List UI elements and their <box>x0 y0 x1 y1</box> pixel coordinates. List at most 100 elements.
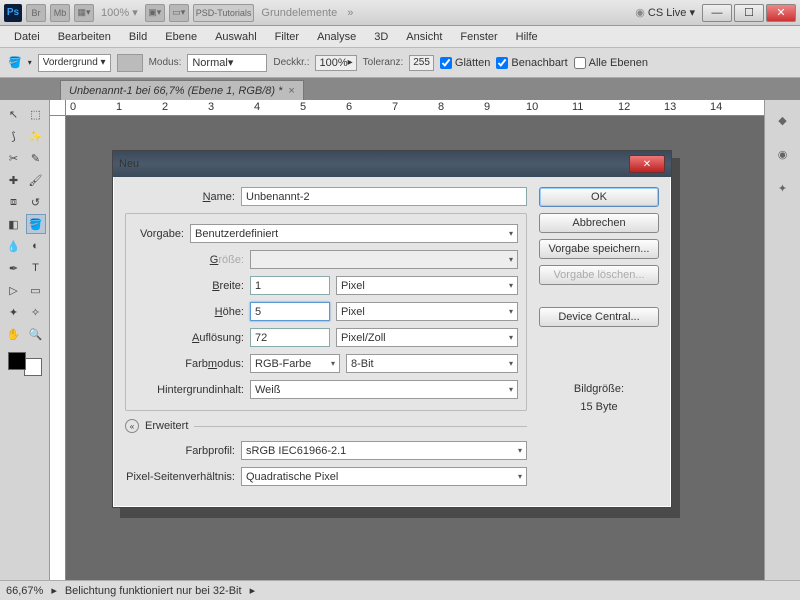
pen-tool[interactable]: ✒ <box>4 258 24 278</box>
preset-label: Vorgabe: <box>134 228 184 240</box>
status-message: Belichtung funktioniert nur bei 32-Bit <box>65 585 242 597</box>
panel-layers-icon[interactable]: ◆ <box>773 110 793 130</box>
chk-glaetten[interactable]: Glätten <box>440 57 490 69</box>
stamp-tool[interactable]: ⧈ <box>4 192 24 212</box>
minimize-button[interactable]: — <box>702 4 732 22</box>
workspace-grund[interactable]: Grundelemente <box>258 7 340 19</box>
menu-datei[interactable]: Datei <box>6 29 48 45</box>
view-extras-button[interactable]: ▦▾ <box>74 4 94 22</box>
eyedropper-tool[interactable]: ✎ <box>26 148 46 168</box>
bucket-tool[interactable]: 🪣 <box>26 214 46 234</box>
app-titlebar: Ps Br Mb ▦▾ 100% ▾ ▣▾ ▭▾ PSD-Tutorials G… <box>0 0 800 26</box>
bucket-icon: 🪣 <box>8 56 22 69</box>
crop-tool[interactable]: ✂ <box>4 148 24 168</box>
maximize-button[interactable]: ☐ <box>734 4 764 22</box>
mode-dd[interactable]: RGB-Farbe▾ <box>250 354 340 373</box>
dialog-close-button[interactable]: ✕ <box>629 155 665 173</box>
document-tab[interactable]: Unbenannt-1 bei 66,7% (Ebene 1, RGB/8) *… <box>60 80 304 100</box>
fill-swatch[interactable] <box>117 54 143 72</box>
brush-tool[interactable]: 🖌 <box>26 170 46 190</box>
menu-bearbeiten[interactable]: Bearbeiten <box>50 29 119 45</box>
status-zoom[interactable]: 66,67% <box>6 585 43 597</box>
toolbox: ↖⬚ ⟆✨ ✂✎ ✚🖌 ⧈↺ ◧🪣 💧◐ ✒T ▷▭ ✦✧ ✋🔍 <box>0 100 50 580</box>
menu-hilfe[interactable]: Hilfe <box>508 29 546 45</box>
close-button[interactable]: ✕ <box>766 4 796 22</box>
save-preset-button[interactable]: Vorgabe speichern... <box>539 239 659 259</box>
shape-tool[interactable]: ▭ <box>26 280 46 300</box>
width-input[interactable]: 1 <box>250 276 330 295</box>
name-input[interactable]: Unbenannt-2 <box>241 187 527 206</box>
bridge-button[interactable]: Br <box>26 4 46 22</box>
res-input[interactable]: 72 <box>250 328 330 347</box>
arrange-button[interactable]: ▣▾ <box>145 4 165 22</box>
menu-auswahl[interactable]: Auswahl <box>207 29 265 45</box>
history-brush-tool[interactable]: ↺ <box>26 192 46 212</box>
3d-tool[interactable]: ✦ <box>4 302 24 322</box>
type-tool[interactable]: T <box>26 258 46 278</box>
hand-tool[interactable]: ✋ <box>4 324 24 344</box>
modus-dd[interactable]: Normal▾ <box>187 54 267 72</box>
name-label: Name: <box>125 191 235 203</box>
menu-fenster[interactable]: Fenster <box>452 29 505 45</box>
lasso-tool[interactable]: ⟆ <box>4 126 24 146</box>
healing-tool[interactable]: ✚ <box>4 170 24 190</box>
fill-layer-dd[interactable]: Vordergrund ▾ <box>38 54 111 72</box>
color-swatches[interactable] <box>8 352 42 376</box>
zoom-tool[interactable]: 🔍 <box>26 324 46 344</box>
chk-alle-ebenen[interactable]: Alle Ebenen <box>574 57 648 69</box>
move-tool[interactable]: ↖ <box>4 104 24 124</box>
statusbar: 66,67% ▸ Belichtung funktioniert nur bei… <box>0 580 800 600</box>
deck-label: Deckkr.: <box>273 57 309 68</box>
preset-dd[interactable]: Benutzerdefiniert▾ <box>190 224 518 243</box>
path-tool[interactable]: ▷ <box>4 280 24 300</box>
eraser-tool[interactable]: ◧ <box>4 214 24 234</box>
ruler-vertical <box>50 116 66 580</box>
options-bar: 🪣▾ Vordergrund ▾ Modus: Normal▾ Deckkr.:… <box>0 48 800 78</box>
zoom-display[interactable]: 100% ▾ <box>98 6 141 19</box>
profile-dd[interactable]: sRGB IEC61966-2.1▾ <box>241 441 527 460</box>
workspace-more[interactable]: » <box>344 7 356 19</box>
mode-label: Farbmodus: <box>134 358 244 370</box>
res-label: Auflösung: <box>134 332 244 344</box>
dialog-titlebar[interactable]: Neu ✕ <box>113 151 671 177</box>
tab-close-icon[interactable]: × <box>288 85 294 97</box>
ok-button[interactable]: OK <box>539 187 659 207</box>
size-label: Größe: <box>134 254 244 266</box>
marquee-tool[interactable]: ⬚ <box>26 104 46 124</box>
menu-3d[interactable]: 3D <box>366 29 396 45</box>
panel-adjust-icon[interactable]: ✦ <box>773 178 793 198</box>
menu-ansicht[interactable]: Ansicht <box>398 29 450 45</box>
menu-filter[interactable]: Filter <box>267 29 307 45</box>
bit-dd[interactable]: 8-Bit▾ <box>346 354 518 373</box>
height-input[interactable]: 5 <box>250 302 330 321</box>
dodge-tool[interactable]: ◐ <box>26 236 46 256</box>
image-size-value: 15 Byte <box>539 401 659 413</box>
dialog-title: Neu <box>119 158 629 170</box>
advanced-toggle[interactable]: «Erweitert <box>125 419 527 433</box>
blur-tool[interactable]: 💧 <box>4 236 24 256</box>
width-label: Breite: <box>134 280 244 292</box>
res-unit-dd[interactable]: Pixel/Zoll▾ <box>336 328 518 347</box>
cslive-button[interactable]: ◉ CS Live ▾ <box>632 6 698 19</box>
3d-camera-tool[interactable]: ✧ <box>26 302 46 322</box>
chk-benachbart[interactable]: Benachbart <box>496 57 567 69</box>
deck-value[interactable]: 100% ▸ <box>315 55 356 71</box>
width-unit-dd[interactable]: Pixel▾ <box>336 276 518 295</box>
device-central-button[interactable]: Device Central... <box>539 307 659 327</box>
document-tabbar: Unbenannt-1 bei 66,7% (Ebene 1, RGB/8) *… <box>0 78 800 100</box>
menu-ebene[interactable]: Ebene <box>157 29 205 45</box>
ps-logo: Ps <box>4 4 22 22</box>
tol-value[interactable]: 255 <box>409 55 434 71</box>
panel-color-icon[interactable]: ◉ <box>773 144 793 164</box>
par-dd[interactable]: Quadratische Pixel▾ <box>241 467 527 486</box>
image-size-label: Bildgröße: <box>539 383 659 395</box>
screen-mode-button[interactable]: ▭▾ <box>169 4 189 22</box>
menu-bild[interactable]: Bild <box>121 29 155 45</box>
workspace-psd[interactable]: PSD-Tutorials <box>193 4 255 22</box>
wand-tool[interactable]: ✨ <box>26 126 46 146</box>
cancel-button[interactable]: Abbrechen <box>539 213 659 233</box>
menu-analyse[interactable]: Analyse <box>309 29 364 45</box>
height-unit-dd[interactable]: Pixel▾ <box>336 302 518 321</box>
bg-dd[interactable]: Weiß▾ <box>250 380 518 399</box>
minibridge-button[interactable]: Mb <box>50 4 70 22</box>
